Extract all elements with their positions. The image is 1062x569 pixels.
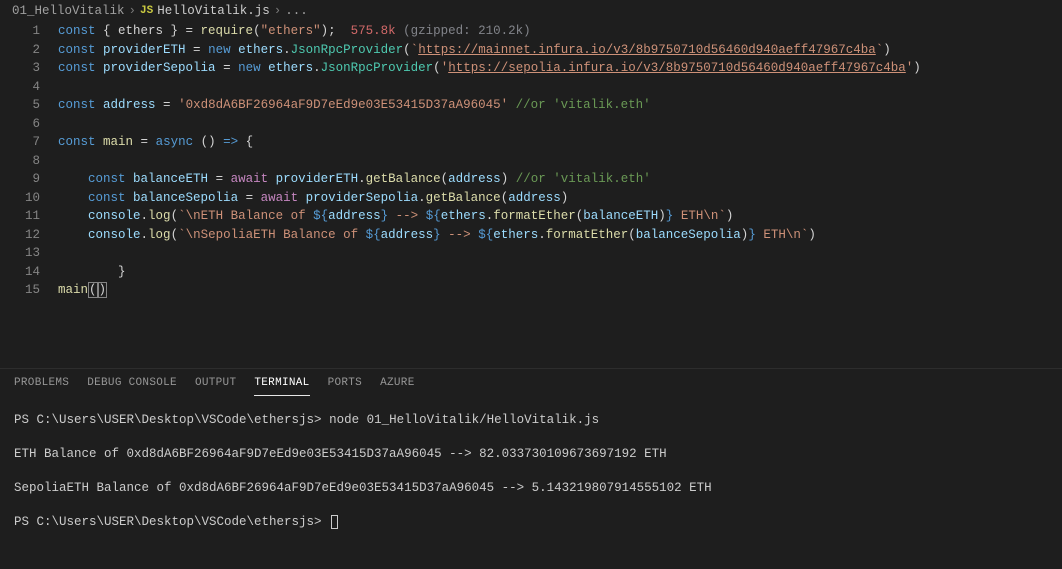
line-number: 8	[0, 152, 40, 171]
breadcrumb: 01_HelloVitalik › JS HelloVitalik.js › .…	[0, 0, 1062, 22]
chevron-right-icon: ›	[129, 4, 137, 18]
code-line[interactable]: const { ethers } = require("ethers"); 57…	[58, 22, 921, 41]
line-number: 10	[0, 189, 40, 208]
tab-ports[interactable]: PORTS	[328, 377, 363, 396]
breadcrumb-folder[interactable]: 01_HelloVitalik	[12, 4, 125, 18]
panel-tabs: PROBLEMS DEBUG CONSOLE OUTPUT TERMINAL P…	[0, 369, 1062, 396]
line-number: 11	[0, 207, 40, 226]
code-line[interactable]: const providerETH = new ethers.JsonRpcPr…	[58, 41, 921, 60]
line-number: 4	[0, 78, 40, 97]
code-line[interactable]: main()	[58, 281, 921, 300]
line-number: 9	[0, 170, 40, 189]
terminal-line[interactable]: PS C:\Users\USER\Desktop\VSCode\ethersjs…	[14, 512, 1048, 532]
line-number: 13	[0, 244, 40, 263]
code-line[interactable]: }	[58, 263, 921, 282]
line-number: 6	[0, 115, 40, 134]
code-line[interactable]	[58, 78, 921, 97]
code-line[interactable]: const main = async () => {	[58, 133, 921, 152]
code-line[interactable]: const balanceETH = await providerETH.get…	[58, 170, 921, 189]
line-number: 12	[0, 226, 40, 245]
line-number: 5	[0, 96, 40, 115]
tab-debug-console[interactable]: DEBUG CONSOLE	[87, 377, 177, 396]
breadcrumb-file[interactable]: JS HelloVitalik.js	[140, 4, 270, 18]
tab-problems[interactable]: PROBLEMS	[14, 377, 69, 396]
tab-terminal[interactable]: TERMINAL	[254, 377, 309, 396]
code-line[interactable]	[58, 152, 921, 171]
line-number-gutter: 1 2 3 4 5 6 7 8 9 10 11 12 13 14 15	[0, 22, 54, 344]
code-editor[interactable]: 1 2 3 4 5 6 7 8 9 10 11 12 13 14 15 cons…	[0, 22, 1062, 344]
chevron-right-icon: ›	[274, 4, 282, 18]
terminal-cursor-icon	[331, 515, 338, 529]
terminal-line: ETH Balance of 0xd8dA6BF26964aF9D7eEd9e0…	[14, 444, 1048, 464]
line-number: 14	[0, 263, 40, 282]
js-file-icon: JS	[140, 5, 153, 17]
code-line[interactable]: const providerSepolia = new ethers.JsonR…	[58, 59, 921, 78]
line-number: 7	[0, 133, 40, 152]
code-content[interactable]: const { ethers } = require("ethers"); 57…	[54, 22, 921, 344]
code-line[interactable]	[58, 244, 921, 263]
code-line[interactable]: console.log(`\nSepoliaETH Balance of ${a…	[58, 226, 921, 245]
code-line[interactable]: console.log(`\nETH Balance of ${address}…	[58, 207, 921, 226]
breadcrumb-more[interactable]: ...	[285, 4, 308, 18]
code-line[interactable]	[58, 115, 921, 134]
terminal-line: SepoliaETH Balance of 0xd8dA6BF26964aF9D…	[14, 478, 1048, 498]
tab-output[interactable]: OUTPUT	[195, 377, 236, 396]
breadcrumb-file-label: HelloVitalik.js	[157, 4, 270, 18]
code-line[interactable]: const address = '0xd8dA6BF26964aF9D7eEd9…	[58, 96, 921, 115]
tab-azure[interactable]: AZURE	[380, 377, 415, 396]
line-number: 15	[0, 281, 40, 300]
terminal-view[interactable]: PS C:\Users\USER\Desktop\VSCode\ethersjs…	[0, 396, 1062, 532]
line-number: 1	[0, 22, 40, 41]
terminal-line: PS C:\Users\USER\Desktop\VSCode\ethersjs…	[14, 410, 1048, 430]
line-number: 3	[0, 59, 40, 78]
code-line[interactable]: const balanceSepolia = await providerSep…	[58, 189, 921, 208]
bottom-panel: PROBLEMS DEBUG CONSOLE OUTPUT TERMINAL P…	[0, 368, 1062, 532]
line-number: 2	[0, 41, 40, 60]
